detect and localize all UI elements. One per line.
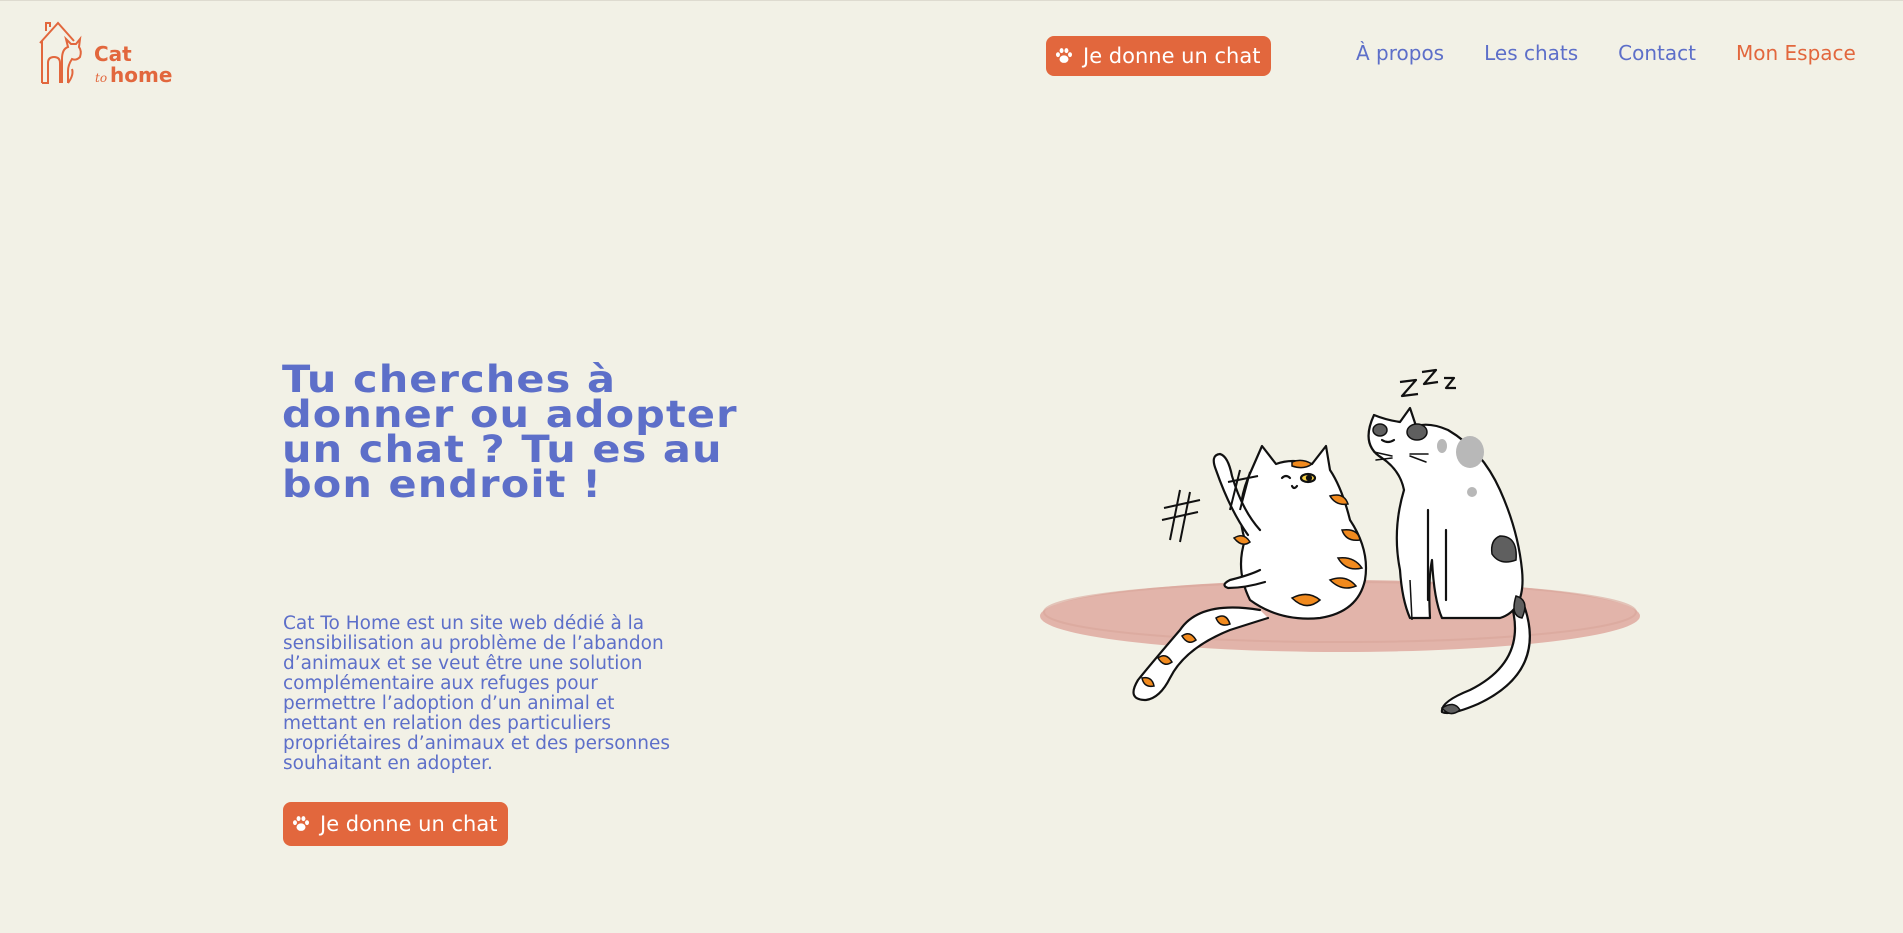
cats-illustration: [1040, 368, 1640, 715]
hero-description: Cat To Home est un site web dédié à la s…: [283, 613, 671, 774]
main-nav: À propos Les chats Contact Mon Espace: [1356, 41, 1856, 65]
nav-link-contact[interactable]: Contact: [1618, 41, 1696, 65]
hero-title: Tu cherches à donner ou adopter un chat …: [282, 358, 738, 506]
sleeping-zzz-icon: [1399, 368, 1456, 398]
site-header: Cat to home Je donne un chat À propos Le…: [0, 0, 1903, 110]
nav-link-about[interactable]: À propos: [1356, 41, 1444, 65]
logo-text-home: home: [110, 63, 172, 87]
give-cat-button-header[interactable]: Je donne un chat: [1046, 36, 1272, 76]
paw-icon: [1055, 47, 1073, 65]
give-cat-button-hero[interactable]: Je donne un chat: [283, 802, 509, 846]
nav-link-cats[interactable]: Les chats: [1484, 41, 1578, 65]
give-cat-button-hero-label: Je donne un chat: [320, 812, 498, 836]
paw-icon: [292, 815, 310, 833]
give-cat-button-label: Je donne un chat: [1083, 44, 1261, 68]
site-logo[interactable]: Cat to home: [38, 19, 198, 89]
nav-link-my-space[interactable]: Mon Espace: [1736, 41, 1856, 65]
house-cat-icon: Cat to home: [39, 21, 172, 87]
logo-text-to: to: [95, 71, 107, 85]
